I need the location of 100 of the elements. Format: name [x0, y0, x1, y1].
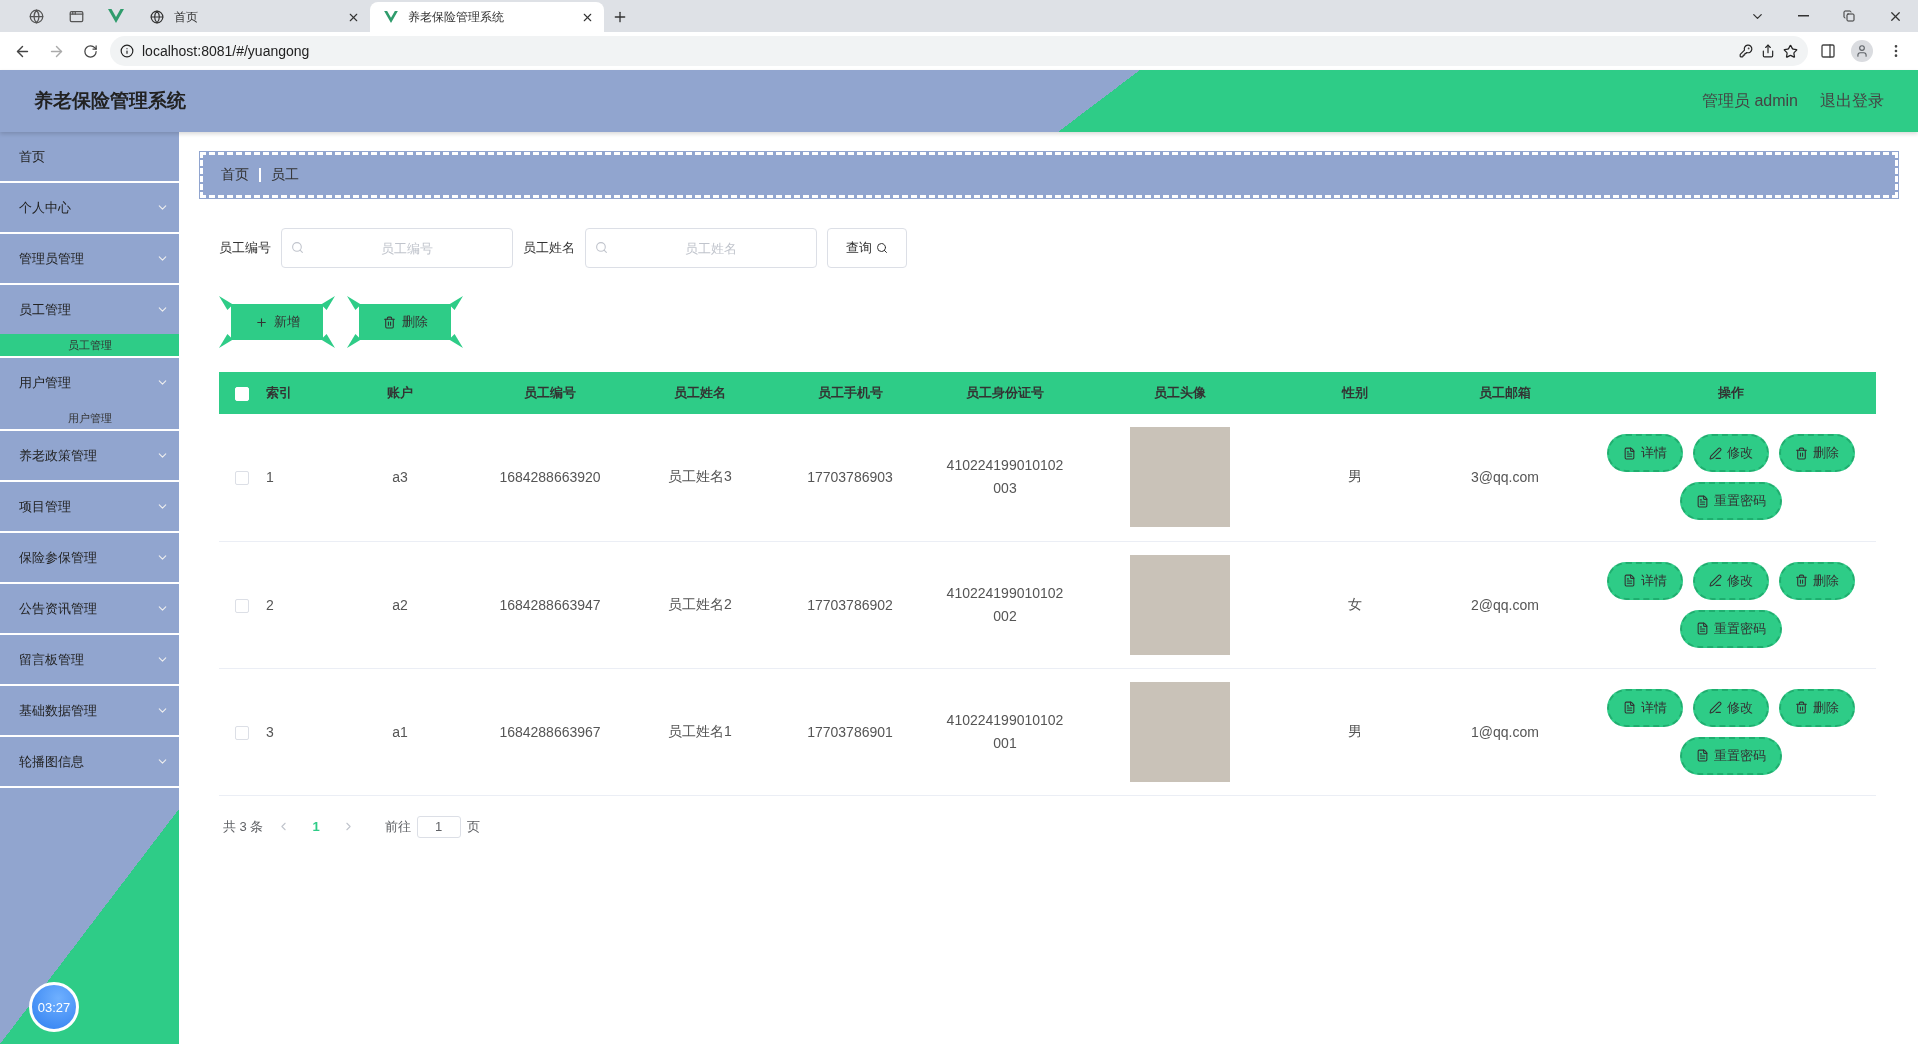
sidebar-item[interactable]: 个人中心: [0, 183, 179, 232]
address-bar[interactable]: localhost:8081/#/yuangong: [110, 36, 1808, 66]
table-cell: 员工姓名1: [668, 722, 732, 739]
app-title: 养老保险管理系统: [34, 89, 186, 113]
sidebar-item[interactable]: 用户管理: [0, 358, 179, 407]
breadcrumb-item[interactable]: 员工: [271, 166, 299, 184]
document-icon: [1622, 574, 1636, 587]
browser-tab[interactable]: 养老保险管理系统: [370, 2, 604, 32]
add-button[interactable]: 新增: [219, 296, 335, 348]
field-label: 员工姓名: [523, 239, 575, 257]
reload-icon: [82, 43, 98, 59]
column-header: 员工身份证号: [966, 385, 1044, 400]
column-header: 员工邮箱: [1479, 385, 1531, 400]
info-icon: [120, 44, 134, 58]
detail-button[interactable]: 详情: [1606, 688, 1683, 727]
edit-button[interactable]: 修改: [1692, 561, 1769, 600]
v-logo-icon: [384, 11, 398, 23]
sidebar-item[interactable]: 员工管理: [0, 285, 179, 334]
field-label: 员工编号: [219, 239, 271, 257]
table-cell-text: 410224199010102002: [945, 583, 1065, 626]
browser-tab[interactable]: 首页: [136, 2, 370, 32]
restore-icon: [1843, 10, 1855, 22]
edit-button[interactable]: 修改: [1692, 434, 1769, 473]
trash-icon: [382, 315, 396, 329]
table-cell: 1684288663920: [499, 469, 601, 486]
table-cell: 员工姓名3: [668, 468, 732, 485]
search-icon: [291, 241, 304, 254]
column-header: 性别: [1342, 385, 1368, 400]
v-logo-icon[interactable]: [108, 9, 124, 23]
breadcrumb-item[interactable]: 首页: [221, 166, 249, 184]
share-icon[interactable]: [1761, 44, 1775, 58]
table-cell-text: 410224199010102001: [945, 710, 1065, 753]
reset-password-button[interactable]: 重置密码: [1679, 736, 1782, 775]
table-cell-text: 410224199010102003: [945, 456, 1065, 499]
column-header: 索引: [266, 385, 292, 400]
table-cell: 17703786901: [807, 723, 893, 740]
sidebar-item[interactable]: 养老政策管理: [0, 431, 179, 480]
search-icon: [595, 241, 608, 254]
document-icon: [1622, 701, 1636, 714]
sidebar-item[interactable]: 轮播图信息: [0, 737, 179, 786]
submenu-item[interactable]: 用户管理: [0, 407, 179, 429]
plus-icon: [254, 315, 268, 329]
pen-icon: [1708, 446, 1722, 460]
row-checkbox[interactable]: [235, 471, 249, 486]
edit-button[interactable]: 修改: [1692, 688, 1769, 727]
pen-icon: [1708, 574, 1722, 587]
clock-badge: 03:27: [29, 982, 79, 1032]
trash-icon: [1794, 701, 1808, 714]
submenu-item[interactable]: 员工管理: [0, 334, 179, 356]
goto-label: 前往: [384, 817, 411, 836]
delete-button[interactable]: 删除: [1778, 688, 1855, 727]
globe-icon[interactable]: [28, 8, 44, 24]
table-cell: 3@qq.com: [1471, 469, 1539, 486]
table-cell: 女: [1348, 595, 1362, 612]
sidebar-item[interactable]: 留言板管理: [0, 635, 179, 684]
detail-button[interactable]: 详情: [1606, 561, 1683, 600]
profile-avatar-icon: [1851, 40, 1873, 62]
page-input[interactable]: 1: [416, 815, 461, 838]
query-button[interactable]: 查询: [827, 228, 907, 268]
delete-button[interactable]: 删除: [1778, 561, 1855, 600]
trash-icon: [1794, 446, 1808, 460]
search-field[interactable]: 员工姓名: [585, 228, 817, 268]
column-header: 员工手机号: [817, 385, 883, 400]
delete-button[interactable]: 删除: [1778, 434, 1855, 473]
reset-password-button[interactable]: 重置密码: [1679, 482, 1782, 521]
table-cell: 2@qq.com: [1471, 596, 1539, 613]
column-header: 员工编号: [524, 385, 576, 400]
sidebar-item[interactable]: 项目管理: [0, 482, 179, 531]
user-label: 管理员 admin: [1701, 90, 1798, 111]
table-cell: 3: [266, 723, 274, 740]
select-all-checkbox[interactable]: [235, 386, 249, 401]
table-cell: a3: [392, 469, 408, 486]
sidebar-item[interactable]: 保险参保管理: [0, 533, 179, 582]
table-cell: 1684288663947: [499, 596, 601, 613]
document-icon: [1695, 749, 1709, 762]
logout-link[interactable]: 退出登录: [1820, 90, 1884, 112]
reset-password-button[interactable]: 重置密码: [1679, 609, 1782, 648]
table-cell: a2: [392, 596, 408, 613]
window-icon[interactable]: [68, 8, 84, 24]
document-icon: [1695, 494, 1709, 508]
globe-icon: [150, 10, 164, 24]
plus-icon: [612, 9, 628, 25]
pen-icon: [1708, 701, 1722, 714]
document-icon: [1622, 446, 1636, 460]
search-icon: [876, 242, 888, 254]
table-cell: 17703786902: [807, 596, 893, 613]
search-field[interactable]: 员工编号: [281, 228, 513, 268]
row-checkbox[interactable]: [235, 725, 249, 740]
star-icon[interactable]: [1783, 43, 1798, 59]
sidebar-item[interactable]: 首页: [0, 132, 179, 183]
column-header: 员工头像: [1154, 385, 1206, 400]
sidebar-item[interactable]: 基础数据管理: [0, 686, 179, 735]
table-cell: 2: [266, 596, 274, 613]
delete-button[interactable]: 删除: [347, 296, 463, 348]
key-icon[interactable]: [1739, 44, 1753, 58]
sidebar-item[interactable]: 管理员管理: [0, 234, 179, 283]
table-cell: 1684288663967: [499, 723, 601, 740]
detail-button[interactable]: 详情: [1606, 434, 1683, 473]
sidebar-item[interactable]: 公告资讯管理: [0, 584, 179, 633]
row-checkbox[interactable]: [235, 598, 249, 613]
